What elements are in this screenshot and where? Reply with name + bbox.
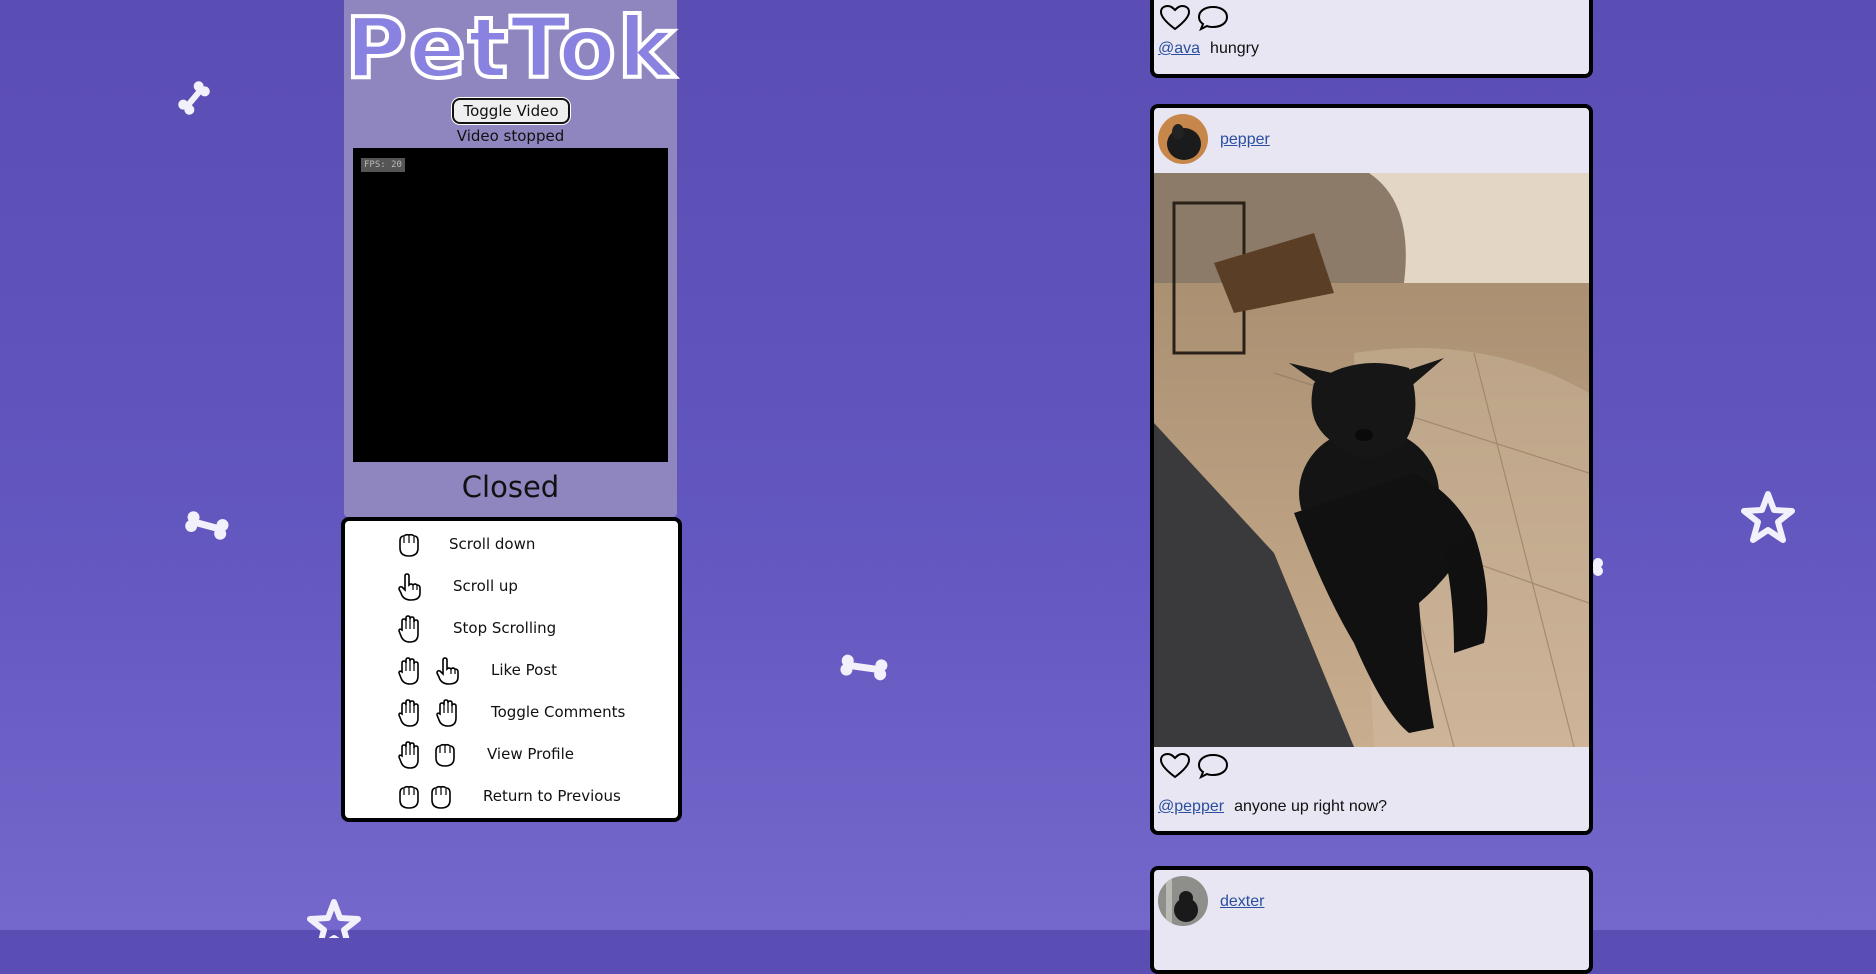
open-hand-icon: [398, 615, 419, 643]
closed-hand-icon: [435, 743, 455, 767]
gesture-label: Return to Previous: [483, 787, 621, 805]
bone-decoration: [185, 511, 229, 540]
gesture-status: Closed: [461, 470, 560, 504]
open-hand-icon: [398, 741, 419, 769]
post-caption: @ava hungry: [1158, 40, 1259, 58]
gesture-legend: Scroll down Scroll up Stop Scrolling Lik…: [341, 517, 682, 822]
pettok-logo: PetTok: [343, 0, 677, 97]
star-decoration: [1741, 491, 1795, 543]
gesture-label: Scroll down: [449, 535, 536, 553]
bone-decoration: [178, 81, 210, 115]
post-caption-text: hungry: [1210, 40, 1259, 57]
gesture-row-scroll-down: Scroll down: [345, 527, 678, 563]
heart-icon[interactable]: [1158, 752, 1192, 780]
gesture-label: Scroll up: [453, 577, 518, 595]
gesture-label: Like Post: [491, 661, 558, 679]
closed-hand-icon: [399, 533, 419, 557]
comment-icon[interactable]: [1196, 752, 1230, 780]
post-caption-text: anyone up right now?: [1234, 798, 1388, 815]
star-decoration: [307, 899, 361, 938]
logo-text: PetTok: [343, 0, 676, 97]
gesture-row-stop-scrolling: Stop Scrolling: [345, 611, 678, 647]
gesture-label: Stop Scrolling: [453, 619, 557, 637]
gesture-label: Toggle Comments: [491, 703, 626, 721]
post-card: pepper @pepper anyone up right now?: [1150, 104, 1593, 835]
gesture-row-like-post: Like Post: [345, 653, 678, 689]
pointing-hand-icon: [398, 573, 421, 601]
post-card: @ava hungry: [1150, 0, 1593, 78]
gesture-row-toggle-comments: Toggle Comments: [345, 695, 678, 731]
toggle-video-button[interactable]: Toggle Video: [452, 98, 570, 124]
bone-decoration: [840, 654, 888, 681]
avatar[interactable]: [1158, 876, 1208, 926]
closed-hand-icon: [399, 785, 419, 809]
avatar[interactable]: [1158, 114, 1208, 164]
gesture-row-scroll-up: Scroll up: [345, 569, 678, 605]
gesture-label: View Profile: [487, 745, 575, 763]
open-hand-icon: [436, 699, 457, 727]
gesture-row-view-profile: View Profile: [345, 737, 678, 773]
heart-icon[interactable]: [1158, 4, 1192, 32]
closed-hand-icon: [431, 785, 451, 809]
pointing-hand-icon: [436, 657, 459, 685]
video-feed: FPS: 20: [353, 148, 668, 462]
post-image: [1154, 173, 1589, 747]
gesture-row-return-to-previous: Return to Previous: [345, 779, 678, 815]
open-hand-icon: [398, 657, 419, 685]
open-hand-icon: [398, 699, 419, 727]
comment-icon[interactable]: [1196, 4, 1230, 32]
post-author-link[interactable]: @ava: [1158, 40, 1200, 57]
video-status-text: Video stopped: [456, 127, 565, 145]
post-caption: @pepper anyone up right now?: [1158, 798, 1387, 816]
post-username[interactable]: pepper: [1220, 131, 1270, 149]
fps-counter: FPS: 20: [361, 158, 405, 172]
post-card: dexter: [1150, 866, 1593, 974]
post-username[interactable]: dexter: [1220, 893, 1264, 911]
video-panel: PetTok Toggle Video Video stopped FPS: 2…: [343, 0, 677, 517]
post-author-link[interactable]: @pepper: [1158, 798, 1224, 815]
